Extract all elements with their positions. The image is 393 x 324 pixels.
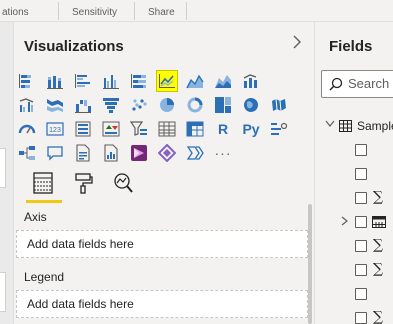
paint-roller-icon <box>75 173 93 194</box>
map-icon[interactable] <box>240 94 262 116</box>
chevron-down-icon[interactable] <box>325 119 335 131</box>
line-chart-icon[interactable] <box>156 70 178 92</box>
canvas-visual-edge <box>0 148 6 188</box>
line-and-clustered-column-chart-icon[interactable] <box>16 94 38 116</box>
multi-row-card-icon[interactable] <box>72 118 94 140</box>
scatter-chart-icon[interactable] <box>128 94 150 116</box>
stacked-area-chart-icon[interactable] <box>212 70 234 92</box>
decomposition-tree-icon[interactable] <box>16 142 38 164</box>
table-node[interactable]: Sample <box>315 116 393 138</box>
field-checkbox[interactable] <box>355 168 367 180</box>
field-row[interactable]: ∑ <box>315 236 393 258</box>
axis-well-label: Axis <box>24 210 47 224</box>
ribbon-separator <box>58 2 59 20</box>
stacked-column-chart-icon[interactable] <box>44 70 66 92</box>
line-and-stacked-column-chart-icon[interactable] <box>240 70 262 92</box>
treemap-icon[interactable] <box>212 94 234 116</box>
analytics-magnifier-icon <box>114 173 133 193</box>
ribbon-separator <box>134 2 135 20</box>
more-visuals-icon[interactable]: ··· <box>212 142 234 164</box>
filled-map-icon[interactable] <box>268 94 290 116</box>
axis-drop-zone[interactable]: Add data fields here <box>16 230 308 258</box>
fields-tab[interactable] <box>28 168 58 198</box>
field-row[interactable]: ∑ <box>315 308 393 324</box>
r-script-visual-icon[interactable]: R <box>212 118 234 140</box>
gauge-icon[interactable] <box>16 118 38 140</box>
ribbon-group-sensitivity[interactable]: Sensitivity <box>72 0 117 22</box>
clustered-bar-chart-icon[interactable] <box>72 70 94 92</box>
field-checkbox[interactable] <box>355 288 367 300</box>
visualizations-title: Visualizations <box>24 38 124 55</box>
fields-well-icon <box>33 172 53 194</box>
field-row[interactable]: ∑ <box>315 260 393 282</box>
ribbon-chart-icon[interactable] <box>44 94 66 116</box>
legend-drop-zone[interactable]: Add data fields here <box>16 290 308 318</box>
field-checkbox[interactable] <box>355 240 367 252</box>
ribbon-separator <box>186 2 187 20</box>
search-icon <box>329 77 343 91</box>
field-checkbox[interactable] <box>355 216 367 228</box>
calendar-icon <box>372 215 386 233</box>
chevron-right-icon[interactable] <box>341 216 348 229</box>
format-tab[interactable] <box>68 168 98 198</box>
field-checkbox[interactable] <box>355 264 367 276</box>
fields-title: Fields <box>329 38 373 55</box>
table-icon <box>339 119 352 137</box>
ribbon-group-visualizations[interactable]: ations <box>2 0 29 22</box>
slicer-icon[interactable] <box>128 118 150 140</box>
qa-visual-icon[interactable] <box>44 142 66 164</box>
python-visual-icon[interactable]: Py <box>240 118 262 140</box>
field-row[interactable] <box>315 164 393 186</box>
field-row[interactable] <box>315 284 393 306</box>
sigma-icon: ∑ <box>373 189 383 205</box>
field-row[interactable] <box>315 140 393 162</box>
ribbon: ations Sensitivity Share <box>0 0 393 22</box>
smart-narrative-icon[interactable] <box>72 142 94 164</box>
date-hierarchy-row[interactable] <box>315 212 393 234</box>
table-name: Sample <box>357 119 393 133</box>
py-glyph: Py <box>242 121 260 137</box>
field-checkbox[interactable] <box>355 144 367 156</box>
waterfall-chart-icon[interactable] <box>72 94 94 116</box>
power-automate-icon[interactable] <box>156 142 178 164</box>
active-tab-underline <box>26 200 62 203</box>
card-icon[interactable]: 123 <box>44 118 66 140</box>
pie-chart-icon[interactable] <box>156 94 178 116</box>
field-checkbox[interactable] <box>355 192 367 204</box>
pane-scrollbar[interactable] <box>308 204 312 324</box>
clustered-column-chart-icon[interactable] <box>100 70 122 92</box>
paginated-report-icon[interactable] <box>100 142 122 164</box>
sigma-icon: ∑ <box>373 309 383 324</box>
field-row[interactable]: ∑ <box>315 188 393 210</box>
table-icon[interactable] <box>156 118 178 140</box>
r-glyph: R <box>217 121 229 137</box>
legend-well-label: Legend <box>24 270 65 284</box>
sigma-icon: ∑ <box>373 237 383 253</box>
more-glyph: ··· <box>214 145 232 161</box>
area-chart-icon[interactable] <box>184 70 206 92</box>
search-input[interactable]: Search <box>321 70 393 98</box>
field-checkbox[interactable] <box>355 312 367 324</box>
svg-text:123: 123 <box>49 127 61 134</box>
matrix-icon[interactable] <box>184 118 206 140</box>
visualizations-pane: Visualizations 123 R Py ··· Axis Add dat… <box>14 22 314 324</box>
canvas-visual-edge <box>0 272 6 312</box>
report-canvas-edge <box>0 22 14 324</box>
analytics-tab[interactable] <box>108 168 138 198</box>
chevron-right-icon[interactable] <box>292 35 302 53</box>
chevron-double-right-icon[interactable] <box>184 142 206 164</box>
search-placeholder: Search <box>348 76 390 91</box>
100-stacked-bar-chart-icon[interactable] <box>128 70 150 92</box>
key-influencers-icon[interactable] <box>268 118 290 140</box>
stacked-bar-chart-icon[interactable] <box>16 70 38 92</box>
funnel-chart-icon[interactable] <box>100 94 122 116</box>
power-apps-icon[interactable] <box>128 142 150 164</box>
fields-pane: Fields Search Sample ∑ ∑ <box>314 22 393 324</box>
sigma-icon: ∑ <box>373 261 383 277</box>
donut-chart-icon[interactable] <box>184 94 206 116</box>
ribbon-group-share[interactable]: Share <box>148 0 175 22</box>
kpi-icon[interactable] <box>100 118 122 140</box>
